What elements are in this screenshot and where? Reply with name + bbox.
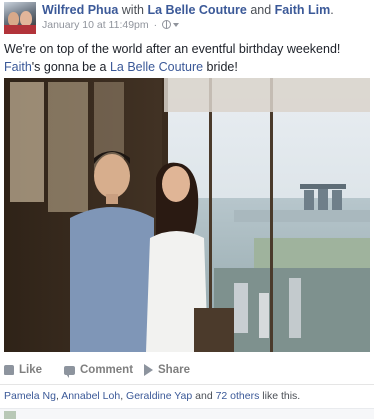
like-button[interactable]: Like xyxy=(4,364,42,376)
share-button[interactable]: Share xyxy=(144,364,190,376)
with-text: with xyxy=(121,3,145,17)
post-message: We're on top of the world after an event… xyxy=(4,42,341,74)
comments-area xyxy=(0,408,374,419)
author-avatar[interactable] xyxy=(4,2,36,34)
mention-page-link[interactable]: La Belle Couture xyxy=(110,60,203,74)
mention-faith-link[interactable]: Faith xyxy=(4,60,32,74)
liker-link[interactable]: Geraldine Yap xyxy=(126,390,192,402)
tagged-person-link[interactable]: Faith Lim xyxy=(275,3,331,17)
meta-separator: · xyxy=(153,19,158,31)
likes-others-link[interactable]: 72 others xyxy=(216,390,260,402)
liker-link[interactable]: Annabel Loh xyxy=(61,390,120,402)
like-icon xyxy=(4,365,14,375)
comment-icon xyxy=(64,365,75,378)
globe-icon[interactable] xyxy=(161,20,171,29)
divider xyxy=(0,384,374,385)
post-photo[interactable] xyxy=(4,78,370,352)
period-text: . xyxy=(330,3,334,17)
tagged-page-link[interactable]: La Belle Couture xyxy=(148,3,247,17)
photo-illustration xyxy=(4,78,370,352)
post-meta: January 10 at 11:49pm · xyxy=(42,19,179,31)
liker-link[interactable]: Pamela Ng xyxy=(4,390,56,402)
post-author-line: Wilfred Phua with La Belle Couture and F… xyxy=(42,3,334,17)
and-text: and xyxy=(250,3,272,17)
post-header: Wilfred Phua with La Belle Couture and F… xyxy=(4,2,370,34)
author-name-link[interactable]: Wilfred Phua xyxy=(42,3,118,17)
comment-button[interactable]: Comment xyxy=(64,364,133,378)
post-actions: Like Comment Share xyxy=(4,360,370,382)
chevron-down-icon[interactable] xyxy=(172,23,179,27)
likes-summary: Pamela Ng, Annabel Loh, Geraldine Yap an… xyxy=(4,390,301,402)
share-icon xyxy=(144,364,153,376)
post-timestamp-link[interactable]: January 10 at 11:49pm xyxy=(42,19,149,31)
